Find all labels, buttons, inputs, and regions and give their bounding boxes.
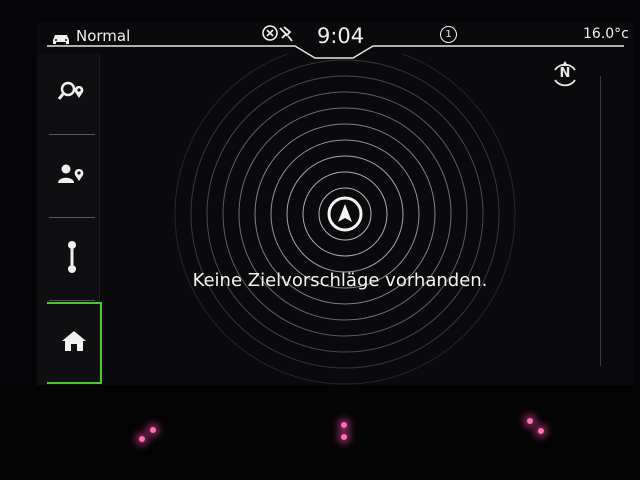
ambient-light: [538, 428, 544, 434]
ambient-light: [527, 418, 533, 424]
vehicle-position-icon: [327, 196, 363, 236]
status-bar: Normal 9:04 1 16.0°c: [37, 22, 634, 59]
notification-badge[interactable]: 1: [440, 26, 457, 43]
outside-temperature: 16.0°c: [583, 26, 629, 42]
ambient-light: [341, 434, 347, 440]
ambient-light: [150, 427, 156, 433]
map-view[interactable]: [100, 43, 600, 385]
sidebar-item-destination-search[interactable]: [47, 54, 97, 132]
dashboard-bezel: [0, 385, 640, 480]
sidebar-item-contact-destination[interactable]: [47, 137, 97, 215]
sidebar-divider: [49, 300, 95, 301]
contact-destination-icon: [57, 161, 87, 191]
drive-mode-label: Normal: [76, 27, 131, 45]
clock: 9:04: [317, 24, 365, 48]
destination-search-icon: [57, 78, 87, 108]
ambient-light: [341, 422, 347, 428]
phone-connection-icon: [262, 24, 298, 48]
sidebar-divider: [49, 134, 95, 135]
car-icon: [51, 30, 71, 49]
route-icon: [65, 240, 79, 278]
sidebar-divider: [49, 217, 95, 218]
map-edge: [600, 76, 601, 366]
no-suggestions-message: Keine Zielvorschläge vorhanden.: [192, 270, 488, 291]
compass-button[interactable]: N: [551, 61, 579, 89]
sidebar-item-home[interactable]: [47, 302, 102, 384]
ambient-light: [139, 436, 145, 442]
sidebar-item-route[interactable]: [47, 220, 97, 298]
compass-north-label: N: [559, 66, 571, 81]
home-icon: [61, 329, 87, 357]
